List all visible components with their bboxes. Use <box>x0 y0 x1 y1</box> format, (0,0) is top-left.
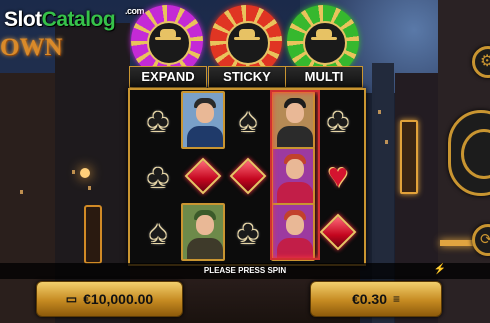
reel-cell <box>316 210 360 254</box>
watermark-catalog: Catalog <box>41 8 116 31</box>
spade-symbol-icon: ♠ <box>239 102 257 138</box>
reel-cell <box>226 154 270 198</box>
reel-grid: ♣ ♠ ♣ ♣ ♥ ♠ ♣ <box>128 88 366 266</box>
status-message: PLEASE PRESS SPIN <box>0 263 490 279</box>
coin-stack-icon: ≡ <box>393 292 401 306</box>
heart-gem-symbol-icon: ♥ <box>327 157 349 195</box>
reel-cell <box>181 154 225 198</box>
balance-value: €10,000.00 <box>83 291 154 307</box>
window-light <box>88 186 91 190</box>
reel-cell <box>181 91 225 149</box>
turbo-icon[interactable]: ⚡ <box>434 264 446 275</box>
reel-cell: ♣ <box>136 98 180 142</box>
ruby-symbol-icon <box>319 213 357 251</box>
hat-brim <box>234 37 260 40</box>
club-symbol-icon: ♣ <box>327 102 349 138</box>
neon-sign-right <box>400 120 418 194</box>
ruby-symbol-icon <box>184 157 222 195</box>
wallet-icon: ▭ <box>65 292 78 306</box>
hat-icon <box>316 29 332 37</box>
reel-cell: ♠ <box>136 210 180 254</box>
window-light <box>378 110 381 114</box>
portrait-body <box>187 126 223 147</box>
portrait-face <box>196 215 214 235</box>
expanded-reel-highlight <box>270 90 320 260</box>
club-symbol-icon: ♣ <box>237 214 259 250</box>
reel-cell: ♠ <box>226 98 270 142</box>
green-man-portrait <box>181 203 225 261</box>
reel-cell <box>181 203 225 261</box>
game-title: OWN <box>0 34 63 61</box>
spin-icon <box>461 129 490 179</box>
feature-label-sticky: STICKY <box>208 66 286 88</box>
reel-cell: ♥ <box>316 154 360 198</box>
window-light <box>72 170 75 174</box>
neon-sign-left <box>84 205 102 264</box>
club-symbol-icon: ♣ <box>147 102 169 138</box>
reel-cell: ♣ <box>226 210 270 254</box>
portrait-face <box>196 103 214 123</box>
hat-icon <box>160 29 176 37</box>
feature-label-expand: EXPAND <box>129 66 207 88</box>
bet-value: €0.30 <box>351 291 388 307</box>
balance-panel: ▭ €10,000.00 <box>36 281 183 317</box>
autoplay-icon: ⟳ <box>480 231 490 248</box>
reel-cell: ♣ <box>136 154 180 198</box>
bet-panel[interactable]: €0.30 ≡ <box>310 281 442 317</box>
spade-symbol-icon: ♠ <box>149 214 167 250</box>
gold-chip-icon <box>226 21 270 65</box>
slotcatalog-watermark: SlotCatalog .com <box>4 6 145 32</box>
portrait-body <box>187 238 223 259</box>
window-light <box>20 190 23 194</box>
reel-cell: ♣ <box>316 98 360 142</box>
watermark-slot: Slot <box>4 8 42 31</box>
gear-icon: ⚙ <box>480 53 490 70</box>
gold-chip-icon <box>303 21 347 65</box>
spin-button[interactable] <box>448 110 490 196</box>
hat-brim <box>155 37 181 40</box>
ruby-symbol-icon <box>229 157 267 195</box>
feature-label-multi: MULTI <box>285 66 363 88</box>
hat-icon <box>239 29 255 37</box>
window-light <box>385 140 388 144</box>
club-symbol-icon: ♣ <box>147 158 169 194</box>
gold-chip-icon <box>147 21 191 65</box>
man-suit-portrait <box>181 91 225 149</box>
hat-brim <box>311 37 337 40</box>
street-lamp <box>80 168 90 178</box>
